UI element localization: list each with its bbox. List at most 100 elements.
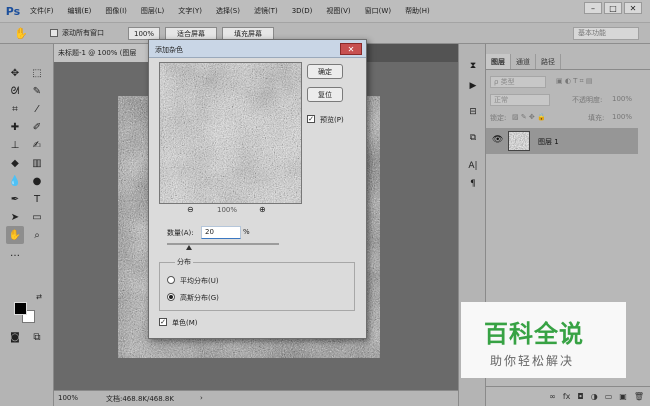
watermark-logo: 百科全说 助你轻松解决 xyxy=(461,302,626,378)
adjustments-panel-icon[interactable]: ⧉ xyxy=(464,130,482,146)
distribution-label: 分布 xyxy=(175,257,193,267)
amount-slider-track[interactable] xyxy=(167,243,279,245)
gaussian-radio[interactable] xyxy=(167,293,175,301)
reset-button[interactable]: 复位 xyxy=(307,87,343,102)
brush-tool-icon[interactable]: ✐ xyxy=(28,118,46,136)
uniform-radio[interactable] xyxy=(167,276,175,284)
paragraph-panel-icon[interactable]: ¶ xyxy=(464,176,482,192)
uniform-label: 平均分布(U) xyxy=(180,277,219,285)
visibility-eye-icon[interactable]: 👁 xyxy=(492,135,503,145)
clone-stamp-tool-icon[interactable]: ⊥ xyxy=(6,136,24,154)
hand-tool-icon[interactable]: ✋ xyxy=(14,27,28,41)
menu-select[interactable]: 选择(S) xyxy=(209,6,247,16)
workspace-select[interactable]: 基本功能 xyxy=(573,27,639,40)
tab-paths[interactable]: 路径 xyxy=(536,54,561,69)
menu-filter[interactable]: 滤镜(T) xyxy=(247,6,285,16)
lasso-tool-icon[interactable]: ᘛ xyxy=(6,82,24,100)
marquee-tool-icon[interactable]: ⬚ xyxy=(28,64,46,82)
screen-mode-icon[interactable]: ⧉ xyxy=(28,328,46,346)
gradient-tool-icon[interactable]: ▥ xyxy=(28,154,46,172)
history-brush-tool-icon[interactable]: ✍ xyxy=(28,136,46,154)
amount-input[interactable]: 20 xyxy=(201,226,241,239)
status-zoom[interactable]: 100% xyxy=(58,394,78,402)
scroll-all-label: 滚动所有窗口 xyxy=(62,29,104,37)
menu-3d[interactable]: 3D(D) xyxy=(285,7,320,15)
new-layer-icon[interactable]: ▣ xyxy=(619,392,627,401)
tab-channels[interactable]: 通道 xyxy=(511,54,536,69)
lock-row: 锁定: ▨ ✎ ✥ 🔒 填充: 100% xyxy=(490,112,646,126)
lock-icons[interactable]: ▨ ✎ ✥ 🔒 xyxy=(512,113,546,121)
blend-mode-select[interactable]: 正常 xyxy=(490,94,550,106)
menu-layer[interactable]: 图层(L) xyxy=(134,6,171,16)
monochromatic-checkbox[interactable]: ✓ xyxy=(159,318,167,326)
layer-name[interactable]: 图层 1 xyxy=(538,137,559,147)
hand-tool-button-icon[interactable]: ✋ xyxy=(6,226,24,244)
dialog-close-icon[interactable]: ✕ xyxy=(340,43,362,55)
crop-tool-icon[interactable]: ⌗ xyxy=(6,100,24,118)
tab-layers[interactable]: 图层 xyxy=(486,54,511,69)
amount-slider-thumb[interactable] xyxy=(186,245,193,250)
zoom-tool-icon[interactable]: ⌕ xyxy=(28,226,46,244)
history-panel-icon[interactable]: ⧗ xyxy=(464,58,482,74)
more-tools-icon[interactable]: … xyxy=(6,244,24,262)
menu-type[interactable]: 文字(Y) xyxy=(171,6,209,16)
move-tool-icon[interactable]: ✥ xyxy=(6,64,24,82)
pen-tool-icon[interactable]: ✒ xyxy=(6,190,24,208)
status-arrow-icon[interactable]: › xyxy=(200,394,203,402)
status-bar: 100% 文档:468.8K/468.8K › xyxy=(54,390,458,406)
zoom-out-icon[interactable]: ⊖ xyxy=(187,205,194,214)
eyedropper-tool-icon[interactable]: ⁄ xyxy=(28,100,46,118)
menu-bar: Ps 文件(F) 编辑(E) 图像(I) 图层(L) 文字(Y) 选择(S) 滤… xyxy=(0,0,650,22)
link-layers-icon[interactable]: ∞ xyxy=(549,392,556,401)
character-panel-icon[interactable]: A| xyxy=(464,158,482,174)
eraser-tool-icon[interactable]: ◆ xyxy=(6,154,24,172)
fill-value[interactable]: 100% xyxy=(612,113,632,121)
properties-panel-icon[interactable]: ⊟ xyxy=(464,104,482,120)
watermark-subtitle: 助你轻松解决 xyxy=(490,354,575,368)
menu-view[interactable]: 视图(V) xyxy=(319,6,357,16)
type-tool-icon[interactable]: T xyxy=(28,190,46,208)
foreground-color-swatch[interactable] xyxy=(14,302,27,315)
delete-layer-icon[interactable]: 🗑 xyxy=(634,392,644,401)
opacity-label: 不透明度: xyxy=(572,96,603,104)
layer-row[interactable]: 👁 图层 1 xyxy=(486,128,638,154)
rectangle-tool-icon[interactable]: ▭ xyxy=(28,208,46,226)
layer-filter-row: ρ 类型 ▣ ◐ T ⌗ ▤ xyxy=(490,76,646,90)
preview-checkbox[interactable]: ✓ xyxy=(307,115,315,123)
dodge-tool-icon[interactable]: ● xyxy=(28,172,46,190)
close-window-button[interactable]: ✕ xyxy=(624,2,642,14)
menu-edit[interactable]: 编辑(E) xyxy=(61,6,99,16)
menu-window[interactable]: 窗口(W) xyxy=(358,6,398,16)
preview-label: 预览(P) xyxy=(320,116,344,124)
menu-image[interactable]: 图像(I) xyxy=(98,6,134,16)
minimize-button[interactable]: – xyxy=(584,2,602,14)
path-select-tool-icon[interactable]: ➤ xyxy=(6,208,24,226)
opacity-value[interactable]: 100% xyxy=(612,95,632,103)
new-group-icon[interactable]: ▭ xyxy=(605,392,613,401)
zoom-in-icon[interactable]: ⊕ xyxy=(259,205,266,214)
actions-panel-icon[interactable]: ▶ xyxy=(464,78,482,94)
maximize-button[interactable]: □ xyxy=(604,2,622,14)
ok-button[interactable]: 确定 xyxy=(307,64,343,79)
add-mask-icon[interactable]: ◘ xyxy=(577,392,583,401)
window-controls: – □ ✕ xyxy=(584,2,642,14)
healing-tool-icon[interactable]: ✚ xyxy=(6,118,24,136)
menu-help[interactable]: 帮助(H) xyxy=(398,6,437,16)
amount-unit: % xyxy=(243,228,250,236)
adjustment-layer-icon[interactable]: ◑ xyxy=(591,392,598,401)
layers-bottom-bar: ∞ fx ◘ ◑ ▭ ▣ 🗑 xyxy=(486,386,650,406)
filter-icons[interactable]: ▣ ◐ T ⌗ ▤ xyxy=(556,77,592,86)
tools-panel: ✥ ⬚ ᘛ ✎ ⌗ ⁄ ✚ ✐ ⊥ ✍ ◆ ▥ 💧 ● ✒ T ➤ ▭ ✋ ⌕ … xyxy=(0,44,54,406)
swap-colors-icon[interactable]: ⇄ xyxy=(30,288,48,306)
document-tab[interactable]: 未标题-1 @ 100% (图层 xyxy=(54,44,158,62)
noise-preview[interactable] xyxy=(159,62,302,204)
blur-tool-icon[interactable]: 💧 xyxy=(6,172,24,190)
preview-zoom-controls: ⊖ 100% ⊕ xyxy=(181,205,281,219)
menu-file[interactable]: 文件(F) xyxy=(23,6,61,16)
lock-label: 锁定: xyxy=(490,114,507,122)
quick-mask-icon[interactable]: ◙ xyxy=(6,328,24,346)
quick-select-tool-icon[interactable]: ✎ xyxy=(28,82,46,100)
scroll-all-checkbox[interactable] xyxy=(50,29,58,37)
fx-icon[interactable]: fx xyxy=(563,392,571,401)
layer-kind-select[interactable]: ρ 类型 xyxy=(490,76,546,88)
